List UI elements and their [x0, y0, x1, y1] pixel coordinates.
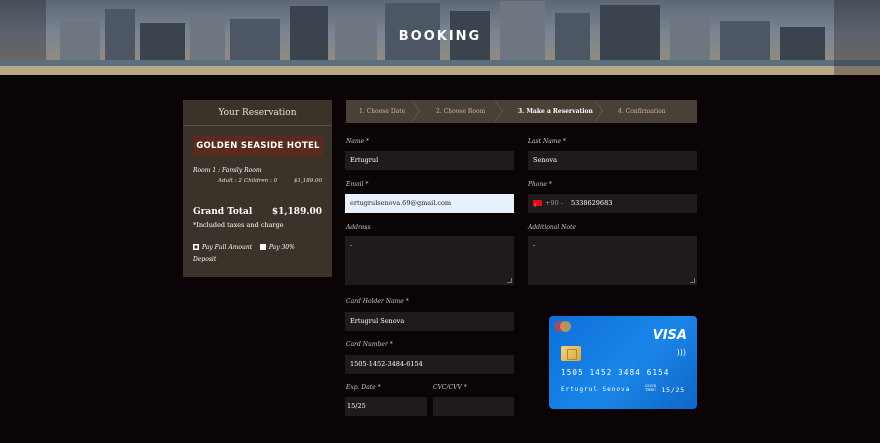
taxes-note: *Included taxes and charge: [193, 221, 284, 229]
room-price: $1,189.00: [294, 178, 322, 184]
good-thru-label: GOOD THRU: [645, 384, 657, 392]
card-expiry-display: 15/25: [661, 386, 685, 394]
phone-country-code[interactable]: +90 -: [545, 199, 563, 207]
card-number-display: 1505 1452 3484 6154: [561, 368, 670, 377]
card-holder-field[interactable]: Ertugrul Senova: [345, 312, 514, 331]
hero-banner: BOOKING: [0, 0, 880, 75]
email-field[interactable]: ertugrulsenova.69@gmail.com: [345, 194, 514, 213]
visa-logo: VISA: [652, 328, 687, 343]
pay-full-checkbox[interactable]: [193, 244, 199, 250]
beach-strip: [0, 66, 880, 75]
credit-card-preview: VISA ))) 1505 1452 3484 6154 Ertugrul Se…: [549, 316, 697, 409]
page-title: BOOKING: [398, 29, 482, 44]
card-holder-label: Card Holder Name *: [346, 298, 409, 305]
step-separator: [495, 100, 503, 122]
exp-date-field[interactable]: 15/25: [345, 397, 427, 416]
pay-full-label[interactable]: Pay Full Amount: [202, 244, 252, 251]
step-separator: [412, 100, 420, 122]
step-separator: [595, 100, 603, 122]
pay-deposit-label-cont[interactable]: Deposit: [193, 256, 216, 263]
resize-handle-icon[interactable]: [690, 278, 695, 283]
address-textarea[interactable]: -: [345, 236, 514, 285]
room-line: Room 1 : Family Room: [193, 167, 262, 174]
exp-date-label: Exp. Date *: [346, 384, 381, 391]
contactless-icon: ))): [676, 348, 686, 357]
email-label: Email *: [346, 181, 369, 188]
turkey-flag-icon[interactable]: [533, 197, 542, 216]
phone-value: 5338629683: [570, 199, 613, 207]
payment-options: Pay Full Amount Pay 30% Deposit: [193, 242, 323, 266]
card-logo-circle-icon: [560, 321, 571, 332]
phone-label: Phone *: [528, 181, 552, 188]
note-label: Additional Note: [528, 224, 576, 231]
booking-steps: 1. Choose Date 2. Choose Room 3. Make a …: [346, 100, 697, 123]
step-make-reservation[interactable]: 3. Make a Reservation: [518, 100, 593, 123]
note-textarea[interactable]: -: [528, 236, 697, 285]
card-number-field[interactable]: 1505-1452-3484-6154: [345, 355, 514, 374]
hotel-name-badge: GOLDEN SEASIDE HOTEL: [193, 136, 323, 156]
note-value: -: [533, 241, 536, 249]
address-value: -: [350, 241, 353, 249]
name-label: Name *: [346, 138, 369, 145]
resize-handle-icon[interactable]: [507, 278, 512, 283]
reservation-panel: Your Reservation GOLDEN SEASIDE HOTEL Ro…: [183, 100, 332, 277]
phone-field[interactable]: +90 - 5338629683: [528, 194, 697, 216]
cvc-field[interactable]: [433, 397, 514, 416]
card-holder-display: Ertugrul Senova: [561, 386, 631, 393]
step-choose-date[interactable]: 1. Choose Date: [359, 100, 405, 123]
name-field[interactable]: Ertugrul: [345, 151, 514, 170]
pay-deposit-checkbox[interactable]: [259, 244, 266, 250]
pay-deposit-label[interactable]: Pay 30%: [269, 244, 295, 251]
card-chip-icon: [561, 346, 581, 361]
cvc-label: CVC/CVV *: [433, 384, 467, 391]
adult-count: Adult : 2: [218, 178, 242, 184]
card-number-label: Card Number *: [346, 341, 393, 348]
grand-total-label: Grand Total: [193, 207, 253, 217]
step-choose-room[interactable]: 2. Choose Room: [436, 100, 485, 123]
reservation-heading: Your Reservation: [183, 100, 332, 126]
children-count: Children : 0: [244, 178, 278, 184]
lastname-field[interactable]: Senova: [528, 151, 697, 170]
address-label: Address: [346, 224, 371, 231]
grand-total-value: $1,189.00: [271, 207, 322, 217]
step-confirmation[interactable]: 4. Confirmation: [618, 100, 666, 123]
lastname-label: Last Name *: [528, 138, 566, 145]
